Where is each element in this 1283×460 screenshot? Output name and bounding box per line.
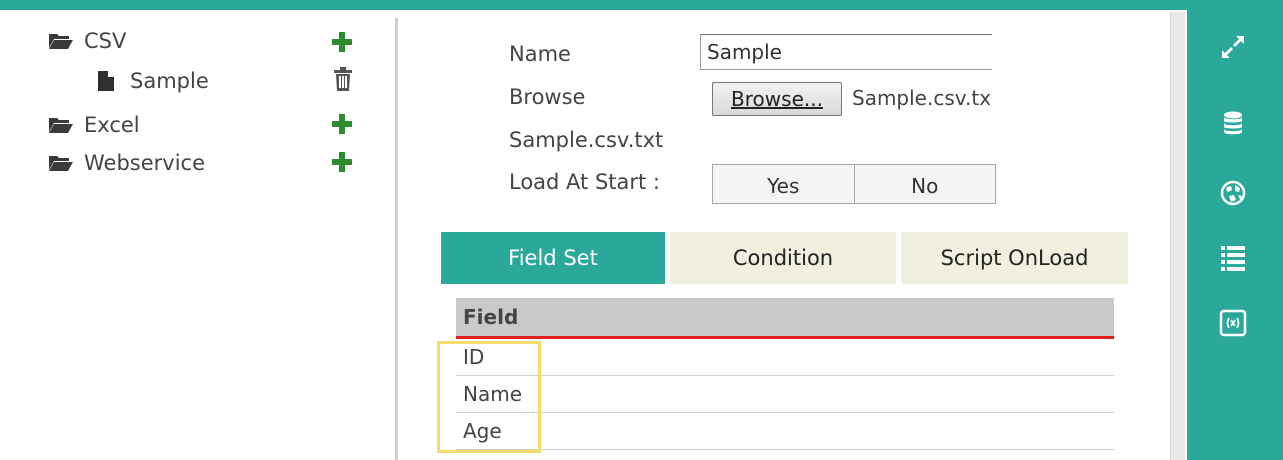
tree-item-excel[interactable]: Excel bbox=[48, 110, 140, 140]
plus-icon[interactable] bbox=[332, 152, 352, 172]
plus-icon[interactable] bbox=[332, 32, 352, 52]
file-name-text: Sample.csv.txt bbox=[509, 128, 664, 152]
load-at-start-label: Load At Start : bbox=[509, 170, 661, 194]
table-row[interactable]: ID bbox=[456, 339, 1114, 376]
tab-script-onload[interactable]: Script OnLoad bbox=[901, 232, 1128, 284]
tab-condition[interactable]: Condition bbox=[670, 232, 896, 284]
formula-icon[interactable] bbox=[1216, 306, 1250, 340]
trash-icon[interactable] bbox=[333, 67, 353, 91]
name-input[interactable] bbox=[700, 34, 992, 70]
tree-item-label: Sample bbox=[130, 69, 209, 93]
tree-item-webservice[interactable]: Webservice bbox=[48, 148, 205, 178]
folder-icon bbox=[49, 118, 73, 133]
selected-file-name: Sample.csv.txt bbox=[852, 86, 990, 110]
load-yes-option[interactable]: Yes bbox=[713, 165, 854, 203]
panel-divider[interactable] bbox=[395, 18, 398, 460]
plus-icon[interactable] bbox=[332, 114, 352, 134]
highlight-box bbox=[437, 341, 541, 453]
folder-icon bbox=[49, 156, 73, 171]
tree-item-label: Excel bbox=[84, 113, 140, 137]
expand-icon[interactable] bbox=[1216, 30, 1250, 64]
folder-icon bbox=[49, 34, 73, 49]
database-icon[interactable] bbox=[1216, 106, 1250, 140]
table-row[interactable]: Name bbox=[456, 376, 1114, 413]
table-row[interactable]: Age bbox=[456, 413, 1114, 450]
load-no-option[interactable]: No bbox=[853, 165, 995, 203]
tree-item-csv[interactable]: CSV bbox=[48, 26, 126, 56]
browse-button-label: Browse... bbox=[731, 87, 823, 111]
tree-item-sample[interactable]: Sample bbox=[98, 66, 209, 96]
grid-header-field[interactable]: Field bbox=[456, 298, 1114, 339]
datasource-tree: CSV Sample Excel Webservice bbox=[20, 24, 390, 460]
load-at-start-toggle: Yes No bbox=[712, 164, 996, 204]
list-icon[interactable] bbox=[1216, 240, 1250, 274]
tree-item-label: CSV bbox=[84, 29, 127, 53]
name-label: Name bbox=[509, 42, 571, 66]
panel-divider-right[interactable] bbox=[1170, 12, 1185, 460]
right-toolbar bbox=[1187, 10, 1283, 460]
tree-item-label: Webservice bbox=[84, 151, 206, 175]
file-icon bbox=[98, 71, 114, 91]
browse-button[interactable]: Browse... bbox=[712, 82, 842, 116]
tab-field-set[interactable]: Field Set bbox=[441, 232, 665, 284]
globe-icon[interactable] bbox=[1216, 176, 1250, 210]
browse-label: Browse bbox=[509, 85, 586, 109]
top-accent-bar bbox=[0, 0, 1283, 10]
field-grid: Field ID Name Age bbox=[456, 298, 1114, 450]
